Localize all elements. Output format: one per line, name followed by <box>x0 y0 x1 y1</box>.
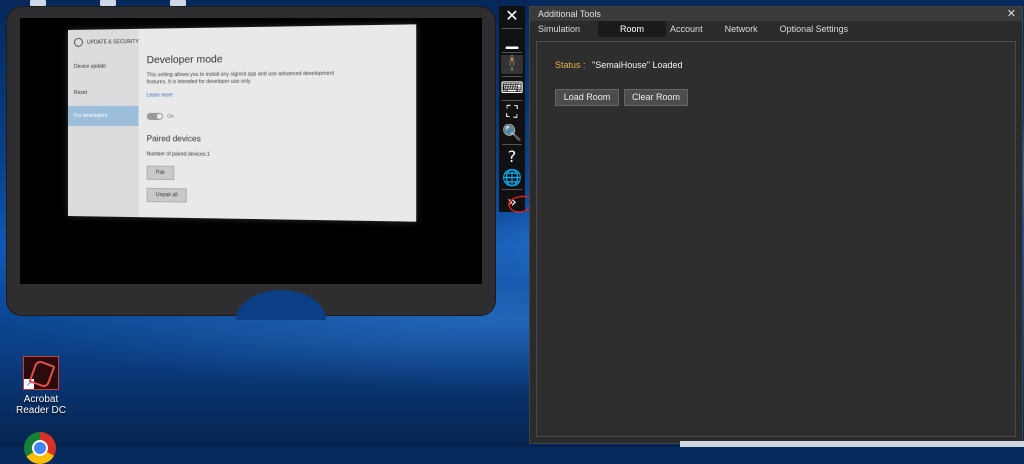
panel-title: Additional Tools <box>538 9 601 19</box>
developer-mode-toggle-row: On <box>147 112 403 120</box>
sidebar-item-device-update[interactable]: Device update <box>74 64 106 70</box>
desktop-icon-acrobat[interactable]: ↗ Acrobat Reader DC <box>6 356 76 416</box>
toolbar-separator <box>502 100 522 101</box>
tab-network[interactable]: Network <box>721 21 776 37</box>
tab-room[interactable]: Room <box>598 21 666 37</box>
additional-tools-panel: Additional Tools ✕ Simulation Room Accou… <box>529 6 1023 444</box>
developer-mode-description: This setting allows you to install any s… <box>147 71 337 87</box>
sidebar-item-for-developers[interactable]: For developers <box>68 106 138 126</box>
learn-more-link[interactable]: Learn more <box>147 91 403 98</box>
person-icon[interactable]: 🕴 <box>501 55 523 74</box>
clear-room-button[interactable]: Clear Room <box>624 89 688 106</box>
developer-mode-title: Developer mode <box>147 52 403 66</box>
settings-window: UPDATE & SECURITY Device update Reset Fo… <box>68 24 416 221</box>
pair-button[interactable]: Pair <box>147 166 175 180</box>
toolbar-separator <box>502 28 522 29</box>
room-tab-content: Status : "SemaiHouse" Loaded Load Room C… <box>536 41 1016 437</box>
shortcut-arrow-icon: ↗ <box>24 379 34 389</box>
toggle-state-label: On <box>167 113 174 119</box>
desktop-icon-label: Acrobat Reader DC <box>6 394 76 416</box>
panel-titlebar: Additional Tools ✕ <box>530 7 1022 21</box>
acrobat-reader-icon: ↗ <box>23 356 59 390</box>
toolbar-separator <box>502 144 522 145</box>
status-label: Status : <box>555 60 586 70</box>
settings-content: Developer mode This setting allows you t… <box>147 52 403 206</box>
developer-mode-toggle[interactable] <box>147 113 163 120</box>
close-icon[interactable]: ✕ <box>501 7 523 26</box>
load-room-button[interactable]: Load Room <box>555 89 619 106</box>
tab-simulation[interactable]: Simulation <box>534 21 598 37</box>
status-value: "SemaiHouse" Loaded <box>592 60 682 70</box>
viewer-screen[interactable]: UPDATE & SECURITY Device update Reset Fo… <box>20 18 482 284</box>
chrome-icon[interactable] <box>24 432 56 464</box>
sidebar-item-reset[interactable]: Reset <box>74 90 87 96</box>
help-icon[interactable]: ? <box>501 147 523 166</box>
panel-close-icon[interactable]: ✕ <box>1007 7 1016 21</box>
toolbar-separator <box>502 52 522 53</box>
settings-header: UPDATE & SECURITY <box>74 37 139 47</box>
fit-view-icon[interactable]: ⛶ <box>501 103 523 122</box>
gear-icon <box>74 38 83 47</box>
keyboard-icon[interactable]: ⌨ <box>501 79 523 98</box>
unpair-all-button[interactable]: Unpair all <box>147 188 187 203</box>
tab-account[interactable]: Account <box>666 21 721 37</box>
side-toolbar: ✕ ▁ 🕴 ⌨ ⛶ 🔍 ? 🌐 » <box>499 6 525 212</box>
zoom-icon[interactable]: 🔍 <box>501 123 523 142</box>
settings-header-label: UPDATE & SECURITY <box>87 38 139 45</box>
panel-tabs: Simulation Room Account Network Optional… <box>530 21 1022 37</box>
room-status: Status : "SemaiHouse" Loaded <box>555 60 682 70</box>
toolbar-separator <box>502 76 522 77</box>
paired-devices-title: Paired devices <box>147 134 403 144</box>
globe-icon[interactable]: 🌐 <box>501 168 523 187</box>
taskbar-edge <box>680 441 1024 447</box>
headset-viewer: UPDATE & SECURITY Device update Reset Fo… <box>6 6 496 316</box>
minimize-icon[interactable]: ▁ <box>501 31 523 50</box>
tab-optional-settings[interactable]: Optional Settings <box>776 21 867 37</box>
